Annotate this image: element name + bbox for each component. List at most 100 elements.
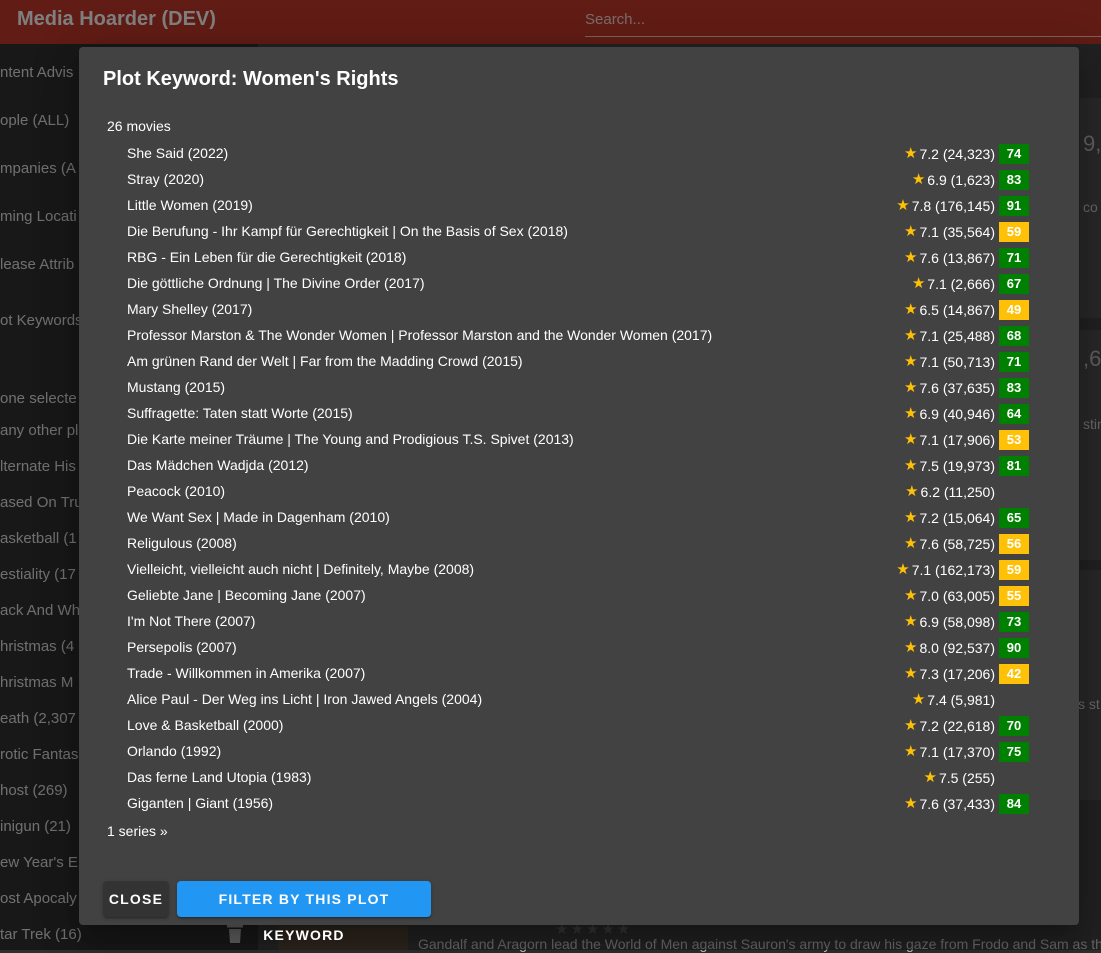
imdb-rating: 7.6 (37,635) [919,380,996,396]
movie-row[interactable]: RBG - Ein Leben für die Gerechtigkeit (2… [127,245,1029,271]
movie-row[interactable]: Am grünen Rand der Welt | Far from the M… [127,349,1029,375]
star-icon: ★ [904,145,918,162]
movie-title[interactable]: Suffragette: Taten statt Worte (2015) [127,405,353,421]
metacritic-score: 70 [999,716,1029,736]
movie-title[interactable]: Mustang (2015) [127,379,225,395]
movie-row[interactable]: Alice Paul - Der Weg ins Licht | Iron Ja… [127,687,1029,713]
movie-row[interactable]: Das Mädchen Wadjda (2012) ★ 7.5 (19,973) 81 [127,453,1029,479]
movie-title[interactable]: We Want Sex | Made in Dagenham (2010) [127,509,390,525]
movie-rating-group: ★ 7.1 (17,370) 75 [904,742,1029,762]
movie-row[interactable]: I'm Not There (2007) ★ 6.9 (58,098) 73 [127,609,1029,635]
movie-title[interactable]: Persepolis (2007) [127,639,237,655]
movie-row[interactable]: Little Women (2019) ★ 7.8 (176,145) 91 [127,193,1029,219]
movie-title[interactable]: She Said (2022) [127,145,228,161]
movie-title[interactable]: Mary Shelley (2017) [127,301,252,317]
movie-rating-group: ★ 7.1 (25,488) 68 [904,326,1029,346]
movie-title[interactable]: Die göttliche Ordnung | The Divine Order… [127,275,425,291]
movie-title[interactable]: Am grünen Rand der Welt | Far from the M… [127,353,523,369]
star-icon: ★ [904,223,918,240]
star-icon: ★ [896,197,910,214]
movie-row[interactable]: Das ferne Land Utopia (1983) ★ 7.5 (255) [127,765,1029,791]
metacritic-score: 42 [999,664,1029,684]
imdb-rating: 7.1 (35,564) [919,224,996,240]
movie-row[interactable]: Professor Marston & The Wonder Women | P… [127,323,1029,349]
imdb-rating: 7.1 (162,173) [911,562,995,578]
movie-title[interactable]: I'm Not There (2007) [127,613,255,629]
metacritic-score: 73 [999,612,1029,632]
movie-rating-group: ★ 7.1 (162,173) 59 [896,560,1029,580]
star-icon: ★ [904,379,918,396]
movie-row[interactable]: We Want Sex | Made in Dagenham (2010) ★ 7.… [127,505,1029,531]
movie-title[interactable]: Die Karte meiner Träume | The Young and … [127,431,574,447]
series-link[interactable]: 1 series » [107,823,168,839]
movie-title[interactable]: Little Women (2019) [127,197,253,213]
movie-row[interactable]: She Said (2022) ★ 7.2 (24,323) 74 [127,141,1029,167]
movie-title[interactable]: Das ferne Land Utopia (1983) [127,769,311,785]
movie-row[interactable]: Mary Shelley (2017) ★ 6.5 (14,867) 49 [127,297,1029,323]
star-icon: ★ [904,535,918,552]
imdb-rating: 7.3 (17,206) [919,666,996,682]
movie-rating-group: ★ 7.2 (22,618) 70 [904,716,1029,736]
movie-row[interactable]: Peacock (2010) ★ 6.2 (11,250) [127,479,1029,505]
imdb-rating: 6.9 (58,098) [919,614,996,630]
movie-row[interactable]: Giganten | Giant (1956) ★ 7.6 (37,433) 84 [127,791,1029,817]
star-icon: ★ [904,587,918,604]
movie-title[interactable]: Peacock (2010) [127,483,225,499]
metacritic-score: 84 [999,794,1029,814]
movie-row[interactable]: Die Karte meiner Träume | The Young and … [127,427,1029,453]
movie-rating-group: ★ 6.9 (1,623) 83 [912,170,1029,190]
metacritic-score: 83 [999,378,1029,398]
imdb-rating: 7.6 (37,433) [919,796,996,812]
movie-row[interactable]: Religulous (2008) ★ 7.6 (58,725) 56 [127,531,1029,557]
metacritic-score: 64 [999,404,1029,424]
metacritic-score: 74 [999,144,1029,164]
movie-row[interactable]: Stray (2020) ★ 6.9 (1,623) 83 [127,167,1029,193]
star-icon: ★ [904,301,918,318]
movie-row[interactable]: Die Berufung - Ihr Kampf für Gerechtigke… [127,219,1029,245]
star-icon: ★ [904,613,918,630]
movie-row[interactable]: Trade - Willkommen in Amerika (2007) ★ 7.3… [127,661,1029,687]
metacritic-placeholder [999,768,1029,788]
movie-rating-group: ★ 8.0 (92,537) 90 [904,638,1029,658]
movie-title[interactable]: Die Berufung - Ihr Kampf für Gerechtigke… [127,223,568,239]
movie-title[interactable]: Orlando (1992) [127,743,221,759]
movie-title[interactable]: Professor Marston & The Wonder Women | P… [127,327,712,343]
imdb-rating: 7.1 (17,370) [919,744,996,760]
imdb-rating: 7.8 (176,145) [911,198,995,214]
metacritic-placeholder [999,482,1029,502]
movie-title[interactable]: Love & Basketball (2000) [127,717,283,733]
movie-rating-group: ★ 7.8 (176,145) 91 [896,196,1029,216]
movie-title[interactable]: Geliebte Jane | Becoming Jane (2007) [127,587,366,603]
metacritic-score: 71 [999,248,1029,268]
metacritic-score: 55 [999,586,1029,606]
imdb-rating: 7.0 (63,005) [919,588,996,604]
movie-row[interactable]: Vielleicht, vielleicht auch nicht | Defi… [127,557,1029,583]
movie-title[interactable]: Alice Paul - Der Weg ins Licht | Iron Ja… [127,691,482,707]
star-icon: ★ [905,483,919,500]
imdb-rating: 7.1 (17,906) [919,432,996,448]
movie-title[interactable]: Trade - Willkommen in Amerika (2007) [127,665,365,681]
movie-row[interactable]: Mustang (2015) ★ 7.6 (37,635) 83 [127,375,1029,401]
metacritic-score: 59 [999,560,1029,580]
movie-title[interactable]: Das Mädchen Wadjda (2012) [127,457,309,473]
star-icon: ★ [904,405,918,422]
movie-row[interactable]: Orlando (1992) ★ 7.1 (17,370) 75 [127,739,1029,765]
movie-row[interactable]: Die göttliche Ordnung | The Divine Order… [127,271,1029,297]
star-icon: ★ [904,327,918,344]
movie-title[interactable]: Religulous (2008) [127,535,237,551]
close-button[interactable]: Close [103,881,169,917]
movie-row[interactable]: Suffragette: Taten statt Worte (2015) ★ 6.… [127,401,1029,427]
movie-row[interactable]: Love & Basketball (2000) ★ 7.2 (22,618) 70 [127,713,1029,739]
movie-title[interactable]: Vielleicht, vielleicht auch nicht | Defi… [127,561,474,577]
imdb-rating: 7.2 (22,618) [919,718,996,734]
filter-by-keyword-button[interactable]: Filter by this Plot Keyword [177,881,431,943]
movie-row[interactable]: Geliebte Jane | Becoming Jane (2007) ★ 7.0… [127,583,1029,609]
imdb-rating: 6.9 (40,946) [919,406,996,422]
movie-rating-group: ★ 7.0 (63,005) 55 [904,586,1029,606]
movie-title[interactable]: Giganten | Giant (1956) [127,795,273,811]
imdb-rating: 6.5 (14,867) [919,302,996,318]
movie-rating-group: ★ 7.4 (5,981) [912,690,1029,710]
movie-title[interactable]: Stray (2020) [127,171,204,187]
movie-title[interactable]: RBG - Ein Leben für die Gerechtigkeit (2… [127,249,406,265]
movie-row[interactable]: Persepolis (2007) ★ 8.0 (92,537) 90 [127,635,1029,661]
